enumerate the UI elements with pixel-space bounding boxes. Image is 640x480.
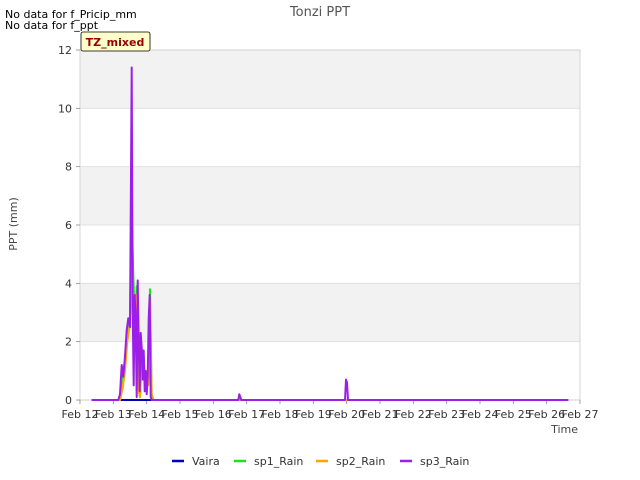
x-tick-label: Feb 22: [395, 408, 432, 421]
grid-band: [80, 283, 580, 342]
site-tag-box: TZ_mixed: [80, 31, 151, 52]
x-tick-label: Feb 17: [228, 408, 265, 421]
x-axis-label: Time: [550, 423, 578, 436]
x-tick-label: Feb 12: [62, 408, 99, 421]
y-tick-label: 0: [65, 394, 72, 407]
y-tick-label: 2: [65, 336, 72, 349]
y-tick-label: 10: [58, 102, 72, 115]
x-tick-label: Feb 25: [495, 408, 532, 421]
x-tick-label: Feb 24: [462, 408, 499, 421]
y-tick-label: 8: [65, 161, 72, 174]
x-tick-label: Feb 16: [195, 408, 232, 421]
x-tick-label: Feb 15: [162, 408, 199, 421]
grid-band: [80, 50, 580, 109]
legend-label-sp1_rain: sp1_Rain: [254, 455, 303, 468]
legend-label-vaira: Vaira: [192, 455, 220, 468]
plot-area: [79, 49, 581, 401]
x-tick-label: Feb 13: [95, 408, 132, 421]
y-tick-label: 4: [65, 277, 72, 290]
x-tick-label: Feb 19: [295, 408, 332, 421]
y-tick-label: 12: [58, 44, 72, 57]
no-data-message-2: No data for f_ppt: [5, 19, 99, 32]
chart-title: Tonzi PPT: [289, 5, 350, 20]
chart-figure: Tonzi PPT No data for f_Pricip_mm No dat…: [0, 0, 640, 480]
legend-label-sp2_rain: sp2_Rain: [336, 455, 385, 468]
y-tick-label: 6: [65, 219, 72, 232]
x-tick-label: Feb 23: [428, 408, 465, 421]
x-tick-label: Feb 27: [562, 408, 599, 421]
site-tag-label: TZ_mixed: [86, 36, 145, 49]
x-tick-label: Feb 18: [262, 408, 299, 421]
y-axis-label: PPT (mm): [7, 197, 20, 251]
x-tick-label: Feb 26: [528, 408, 565, 421]
x-tick-label: Feb 14: [128, 408, 165, 421]
x-tick-label: Feb 20: [328, 408, 365, 421]
x-tick-label: Feb 21: [362, 408, 399, 421]
grid-band: [80, 166, 580, 225]
legend-label-sp3_rain: sp3_Rain: [420, 455, 469, 468]
